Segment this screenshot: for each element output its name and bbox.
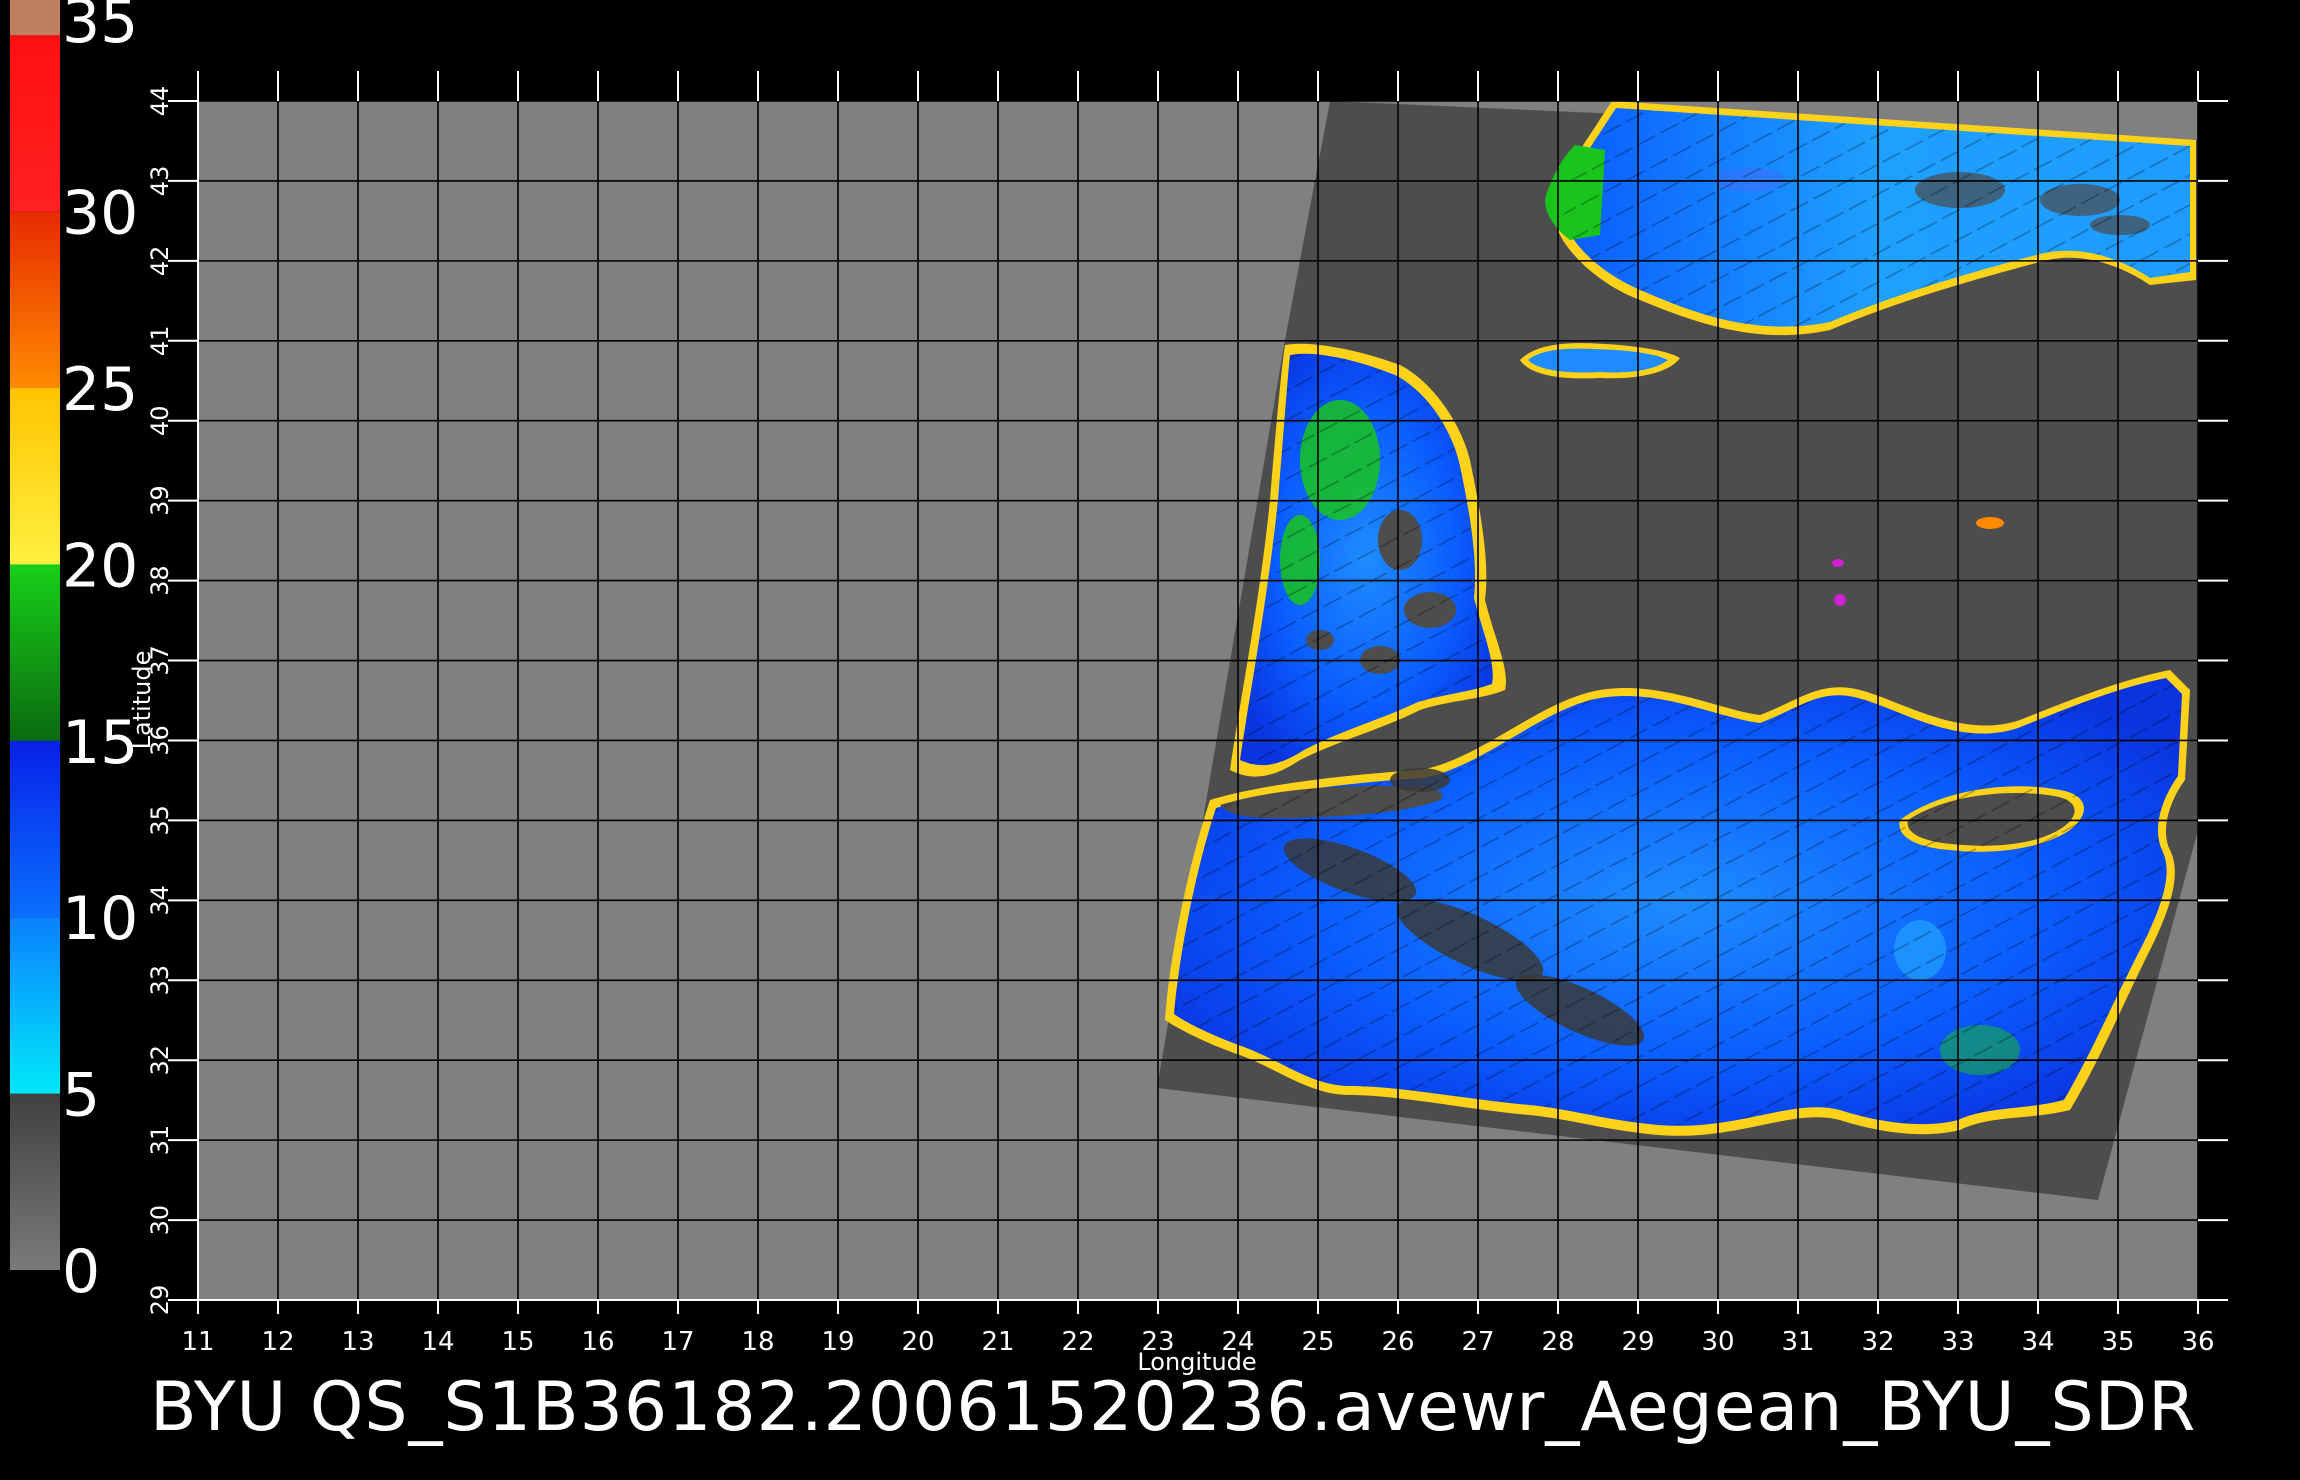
lon-tick-label: 25 [1301, 1327, 1334, 1357]
colorbar-label: 25 [62, 355, 138, 425]
colorbar-label: 20 [62, 531, 138, 601]
lon-tick-label: 27 [1461, 1327, 1494, 1357]
lon-tick-label: 29 [1621, 1327, 1654, 1357]
colorbar: 35 30 25 20 15 10 5 0 [10, 0, 138, 1307]
colorbar-segment [10, 35, 60, 212]
lat-tick-label: 44 [146, 86, 174, 117]
lat-tick-label: 40 [146, 405, 174, 436]
lon-tick-label: 12 [261, 1327, 294, 1357]
colorbar-segment [10, 740, 60, 918]
colorbar-label: 15 [62, 708, 138, 778]
lat-tick-label: 34 [146, 885, 174, 916]
lon-tick-label: 26 [1381, 1327, 1414, 1357]
colorbar-segment [10, 564, 60, 741]
lon-tick-label: 19 [821, 1327, 854, 1357]
wind-speed-map-figure: 35 30 25 20 15 10 5 0 11 12 13 14 15 16 17 18 1… [10, 0, 2228, 1376]
lon-tick-label: 14 [421, 1327, 454, 1357]
lat-tick-label: 38 [146, 565, 174, 596]
lon-tick-label: 20 [901, 1327, 934, 1357]
colorbar-segment [10, 1093, 60, 1270]
colorbar-label: 35 [62, 0, 138, 57]
lat-tick-label: 31 [146, 1125, 174, 1156]
lat-tick-label: 33 [146, 965, 174, 996]
colorbar-label: 30 [62, 179, 138, 249]
lon-tick-label: 22 [1061, 1327, 1094, 1357]
lon-tick-label: 35 [2101, 1327, 2134, 1357]
lat-tick-label: 42 [146, 246, 174, 277]
lon-tick-label: 18 [741, 1327, 774, 1357]
lat-tick-label: 39 [146, 485, 174, 516]
lon-tick-label: 21 [981, 1327, 1014, 1357]
lat-tick-label: 30 [146, 1205, 174, 1236]
colorbar-segment [10, 917, 60, 1094]
lon-tick-label: 36 [2181, 1327, 2214, 1357]
lat-tick-label: 35 [146, 805, 174, 836]
lon-tick-label: 33 [1941, 1327, 1974, 1357]
lon-tick-label: 31 [1781, 1327, 1814, 1357]
colorbar-segment [10, 388, 60, 565]
lon-tick-label: 15 [501, 1327, 534, 1357]
lon-tick-label: 32 [1861, 1327, 1894, 1357]
lake-marker [1832, 559, 1844, 567]
figure-title: BYU QS_S1B36182.20061520236.avewr_Aegean… [150, 1368, 2197, 1447]
y-axis-label: Latitude [128, 651, 156, 750]
lake-marker [1976, 517, 2004, 529]
colorbar-segment [10, 0, 60, 36]
lat-tick-label: 32 [146, 1045, 174, 1076]
colorbar-label: 0 [62, 1237, 100, 1307]
colorbar-label: 10 [62, 884, 138, 954]
colorbar-segment [10, 211, 60, 389]
lon-tick-label: 11 [181, 1327, 214, 1357]
lake-marker [1834, 594, 1846, 606]
lon-tick-label: 13 [341, 1327, 374, 1357]
lon-tick-label: 34 [2021, 1327, 2054, 1357]
colorbar-label: 5 [62, 1061, 100, 1131]
lon-tick-label: 16 [581, 1327, 614, 1357]
lat-tick-label: 29 [146, 1285, 174, 1316]
lon-tick-label: 17 [661, 1327, 694, 1357]
lon-tick-label: 28 [1541, 1327, 1574, 1357]
lon-tick-label: 30 [1701, 1327, 1734, 1357]
lat-tick-label: 43 [146, 166, 174, 197]
lat-tick-label: 41 [146, 326, 174, 357]
